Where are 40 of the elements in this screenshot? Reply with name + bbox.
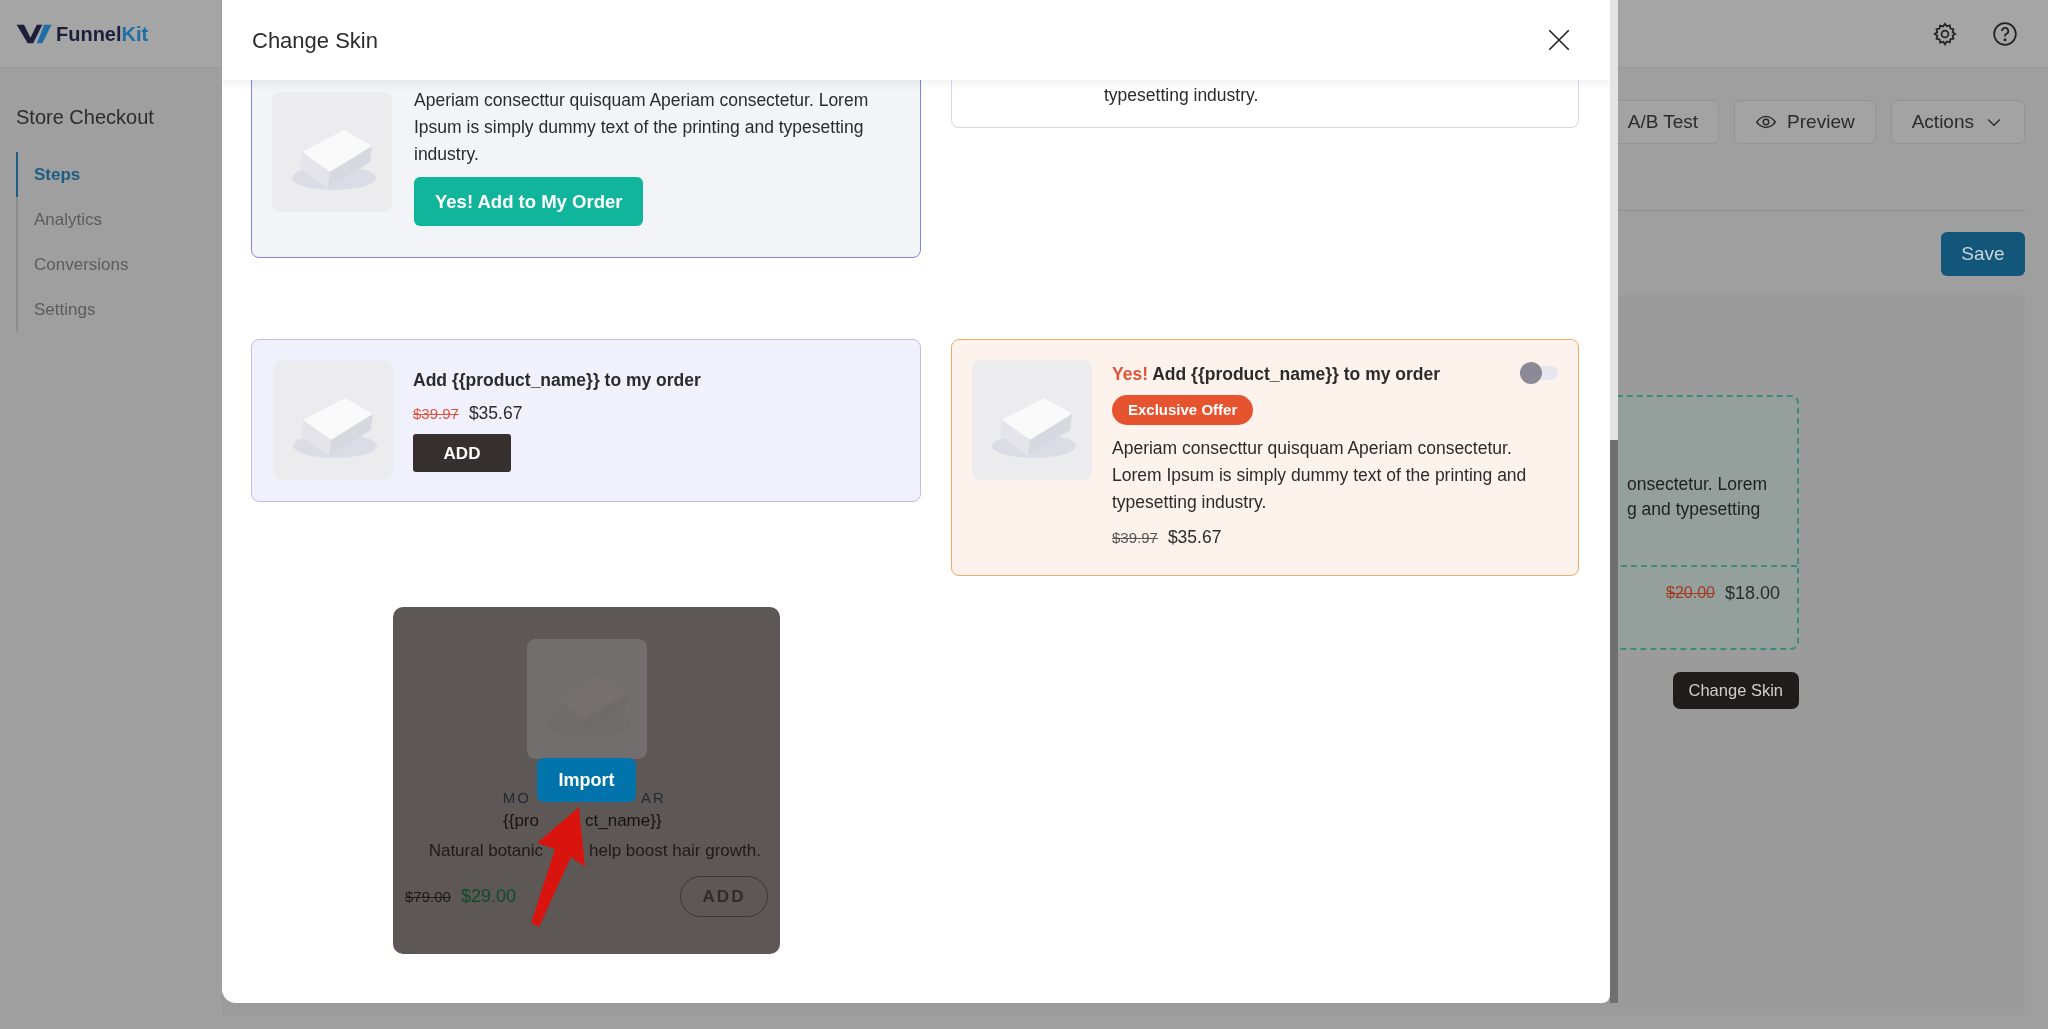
description-text: g and typesetting bbox=[1627, 498, 1761, 521]
actions-button[interactable]: Actions bbox=[1890, 100, 2025, 144]
exclusive-offer-badge: Exclusive Offer bbox=[1112, 395, 1254, 425]
save-button[interactable]: Save bbox=[1941, 232, 2025, 276]
price: $18.00 bbox=[1724, 582, 1780, 605]
skin-card[interactable]: Aperiam consecttur quisquam Aperiam consectetur. Lorem Ipsum is simply dummy text of the printing and typesetting industry. Yes! Add to My Order bbox=[251, 80, 921, 258]
import-button[interactable]: Import bbox=[537, 758, 636, 802]
description-text: Aperiam consecttur quisquam Aperiam consectetur. Lorem Ipsum is simply dummy text of the printing and typesetting industry. bbox=[414, 89, 870, 166]
skin-card[interactable]: Yes! Add {{product_name}} to my order Exclusive Offer Aperiam consecttur quisquam Aperiam consectetur. Lorem Ipsum is simply dummy text of the printing and typesetting industry. $39.97 $35.67 bbox=[951, 339, 1579, 576]
skin-card[interactable]: Add {{product_name}} to my order $39.97 $35.67 ADD bbox=[251, 339, 921, 502]
price: $29.00 bbox=[460, 885, 516, 908]
offer-title: Yes! Add {{product_name}} to my order bbox=[1112, 363, 1441, 386]
logo-icon bbox=[16, 22, 54, 45]
description-text: typesetting industry. bbox=[1104, 84, 1259, 107]
product-name: {{pro bbox=[503, 810, 539, 832]
product-name: ct_name}} bbox=[585, 810, 662, 832]
description-text: Natural botanic bbox=[428, 840, 543, 862]
price: $35.67 bbox=[1167, 526, 1222, 549]
settings-icon[interactable] bbox=[1932, 20, 1958, 47]
description-text: Aperiam consecttur quisquam Aperiam consectetur. Lorem Ipsum is simply dummy text of the printing and typesetting industry. bbox=[1112, 437, 1528, 514]
old-price: $39.97 bbox=[413, 404, 459, 424]
price: $35.67 bbox=[468, 402, 523, 425]
category-text: AR bbox=[641, 789, 666, 806]
old-price: $79.00 bbox=[405, 887, 451, 907]
preview-button[interactable]: Preview bbox=[1734, 100, 1876, 144]
description-text: onsectetur. Lorem bbox=[1627, 473, 1768, 496]
change-skin-button[interactable]: Change Skin bbox=[1672, 672, 1799, 709]
help-icon[interactable] bbox=[1992, 20, 2018, 47]
offer-title: Add {{product_name}} to my order bbox=[413, 369, 701, 392]
skin-card[interactable]: typesetting industry. bbox=[951, 80, 1579, 128]
close-icon[interactable] bbox=[1546, 27, 1572, 53]
modal-title: Change Skin bbox=[252, 26, 378, 55]
toggle-switch[interactable] bbox=[1520, 362, 1558, 384]
category-text: MO bbox=[502, 789, 531, 806]
description-text: help boost hair growth. bbox=[589, 840, 761, 862]
sidebar-title: Store Checkout bbox=[16, 105, 155, 130]
old-price: $20.00 bbox=[1666, 583, 1715, 603]
old-price: $39.97 bbox=[1112, 528, 1158, 548]
add-button[interactable]: ADD bbox=[413, 434, 511, 473]
logo-text: FunnelKit bbox=[56, 21, 149, 47]
